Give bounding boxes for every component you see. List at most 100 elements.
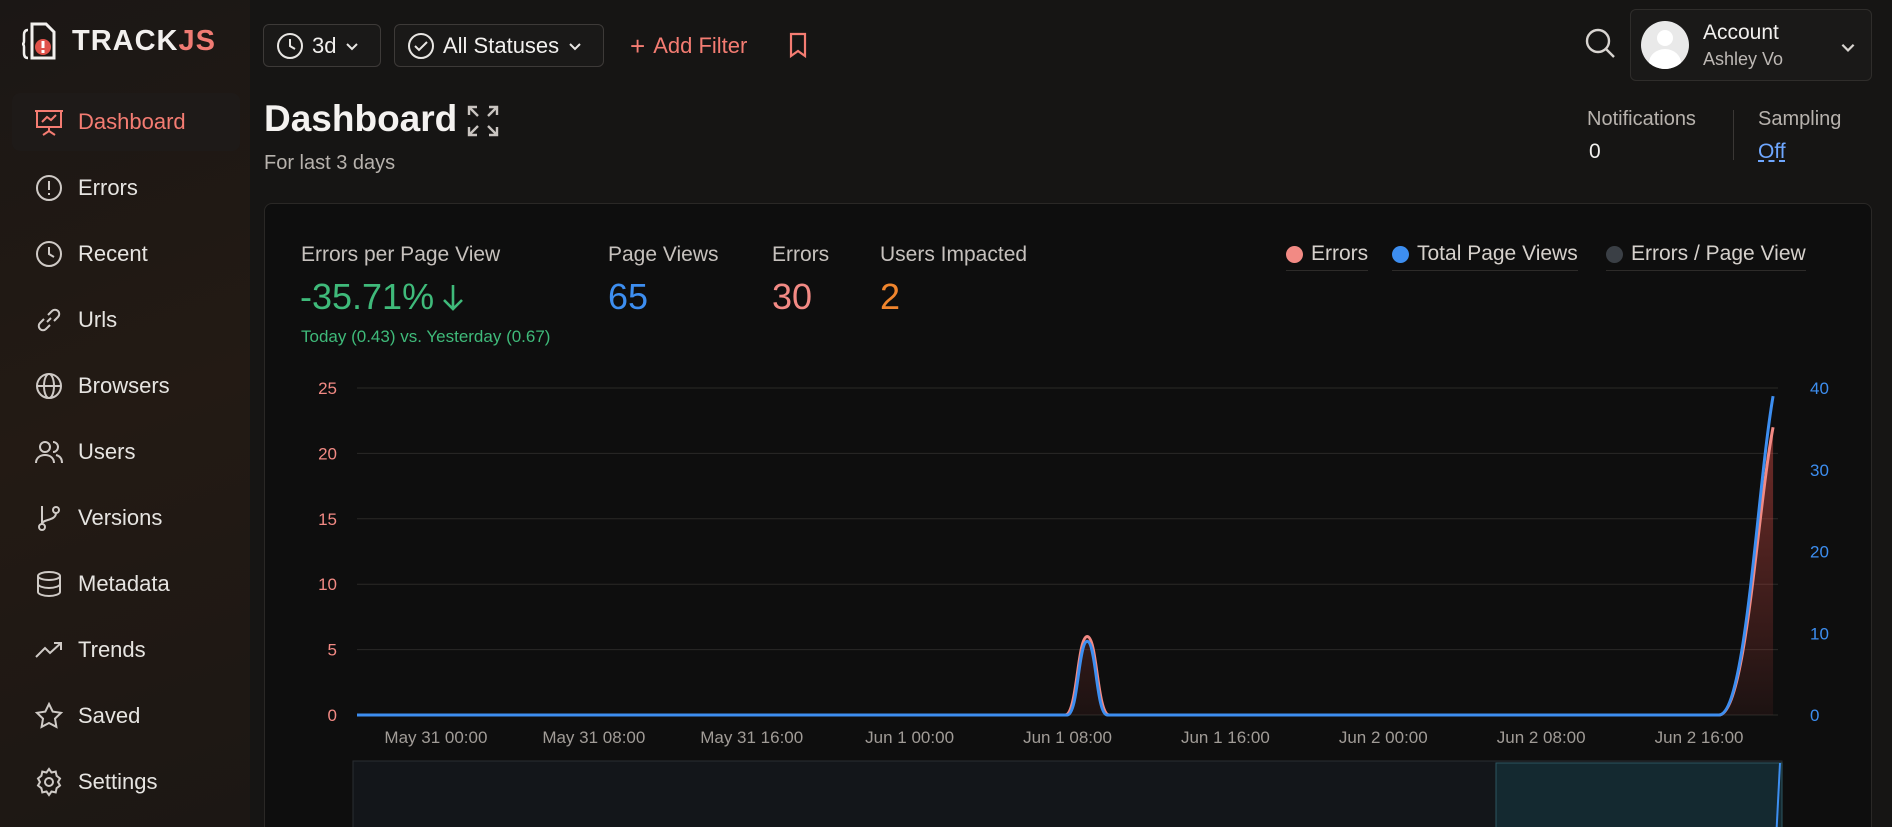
x-tick-label: May 31 16:00 [700,728,803,747]
legend-label: Errors / Page View [1631,242,1806,265]
legend-errors[interactable]: Errors [1286,242,1369,271]
clock-icon [277,32,303,59]
legend-epv[interactable]: Errors / Page View [1606,242,1806,271]
legend-dot [1392,245,1409,263]
account-title: Account [1703,20,1779,44]
notifications-label: Notifications [1587,108,1696,130]
epv-comparison: Today (0.43) vs. Yesterday (0.67) [301,327,551,346]
legend-dot [1606,245,1623,263]
range-selection [1495,762,1783,827]
search-button[interactable] [1582,25,1618,66]
presentation-icon [32,105,66,139]
y-left-tick-label: 10 [318,575,337,594]
chevron-down-icon [346,42,359,50]
chevron-down-icon [1841,43,1855,52]
bookmark-button[interactable] [784,30,812,65]
sidebar-item-settings[interactable]: Settings [12,753,240,811]
page-views-label: Page Views [608,243,719,266]
epv-metric: -35.71% [300,276,466,318]
sidebar-item-label: Metadata [78,571,170,596]
legend-label: Total Page Views [1417,242,1578,265]
y-right-tick-label: 40 [1810,379,1829,398]
legend-label: Errors [1311,242,1369,265]
legend-page-views[interactable]: Total Page Views [1392,242,1578,271]
globe-icon [32,369,66,403]
users-impacted-value: 2 [880,276,901,317]
errors-chart[interactable]: 0 5 10 15 20 25 0 10 20 30 40 May 31 00:00 May 31 08… [264,370,1872,827]
x-tick-label: May 31 08:00 [542,728,645,747]
sidebar-item-label: Dashboard [78,109,186,134]
star-icon [32,699,66,733]
sidebar-item-browsers[interactable]: Browsers [12,357,240,415]
sidebar-item-metadata[interactable]: Metadata [12,555,240,613]
status-filter-dropdown[interactable]: All Statuses [394,24,604,67]
x-tick-label: Jun 2 16:00 [1655,728,1744,747]
arrow-down-icon [443,285,464,311]
sampling-link[interactable]: Off [1758,140,1786,163]
x-tick-label: Jun 1 16:00 [1181,728,1270,747]
link-icon [32,303,66,337]
y-right-tick-label: 0 [1810,706,1819,725]
y-left-tick-label: 20 [318,444,337,463]
sidebar-item-trends[interactable]: Trends [12,621,240,679]
x-tick-label: May 31 00:00 [384,728,487,747]
fullscreen-button[interactable] [466,104,500,143]
sidebar-item-recent[interactable]: Recent [12,225,240,283]
header-divider [1733,110,1734,160]
gear-icon [32,765,66,799]
x-tick-label: Jun 2 08:00 [1497,728,1586,747]
epv-label: Errors per Page View [301,243,501,266]
logo-icon [22,22,56,60]
account-menu[interactable]: Account Ashley Vo [1630,9,1872,81]
x-tick-label: Jun 1 08:00 [1023,728,1112,747]
time-range-value: 3d [312,32,337,58]
y-right-tick-label: 10 [1810,624,1829,643]
y-left-tick-label: 5 [328,641,337,660]
sidebar-nav: Dashboard Errors Recent Urls Browsers Us… [12,93,240,819]
time-range-dropdown[interactable]: 3d [263,24,381,67]
trending-up-icon [32,633,66,667]
page-subtitle: For last 3 days [264,152,396,174]
sidebar-item-label: Versions [78,505,163,530]
account-name: Ashley Vo [1703,48,1784,69]
sidebar-item-label: Users [78,439,136,464]
users-icon [32,435,66,469]
sidebar-item-saved[interactable]: Saved [12,687,240,745]
sidebar-item-label: Errors [78,175,138,200]
errors-series-line [357,426,1775,717]
sidebar: TRACKJS Dashboard Errors Recent Urls Bro… [0,0,250,827]
logo-wordmark: TRACKJS [72,24,216,57]
database-icon [32,567,66,601]
errors-value: 30 [772,276,813,317]
sidebar-item-users[interactable]: Users [12,423,240,481]
bookmark-icon [789,32,807,59]
y-right-tick-label: 20 [1810,543,1829,562]
clock-icon [32,237,66,271]
sidebar-item-versions[interactable]: Versions [12,489,240,547]
sidebar-item-dashboard[interactable]: Dashboard [12,93,240,151]
legend-dot [1286,245,1303,263]
expand-icon [467,105,499,137]
check-circle-icon [408,32,434,59]
alert-circle-icon [32,171,66,205]
avatar [1641,21,1689,69]
sidebar-item-label: Browsers [78,373,170,398]
add-filter-button[interactable]: + Add Filter [630,28,747,64]
sampling-label: Sampling [1758,108,1842,130]
chevron-down-icon [569,42,581,50]
y-left-tick-label: 25 [318,379,337,398]
status-filter-value: All Statuses [443,32,560,58]
sidebar-item-label: Saved [78,703,141,728]
y-left-tick-label: 0 [328,706,337,725]
errors-area [357,427,1774,715]
sidebar-item-urls[interactable]: Urls [12,291,240,349]
sidebar-item-label: Trends [78,637,146,662]
y-right-tick-label: 30 [1810,461,1829,480]
trackjs-logo[interactable]: TRACKJS [22,20,216,62]
plus-icon: + [630,31,646,61]
git-branch-icon [32,501,66,535]
sidebar-item-label: Settings [78,769,158,794]
errors-label: Errors [772,243,830,266]
notifications-value: 0 [1589,140,1601,163]
sidebar-item-errors[interactable]: Errors [12,159,240,217]
